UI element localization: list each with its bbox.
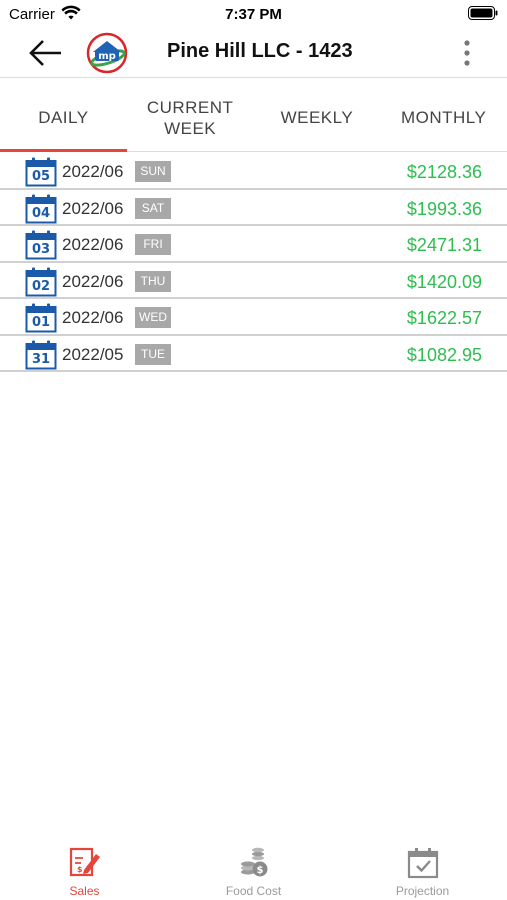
day-of-week-badge: SAT: [135, 197, 171, 219]
company-logo-icon: mp: [86, 32, 128, 74]
calendar-day: 05: [31, 169, 51, 184]
sales-amount: $1082.95: [406, 344, 482, 365]
logo-text: mp: [98, 51, 116, 62]
list-item[interactable]: 03 2022/06 FRI $2471.31: [0, 226, 507, 263]
sales-amount: $1622.57: [406, 308, 482, 328]
calendar-day: 02: [31, 278, 51, 294]
tab-weekly[interactable]: WEEKLY: [254, 84, 381, 151]
day-of-week-badge: FRI: [135, 234, 171, 255]
calendar-day: 03: [31, 242, 51, 257]
calendar-icon: 31: [25, 340, 57, 370]
calendar-day: 31: [31, 351, 51, 367]
nav-sales[interactable]: $ Sales: [0, 838, 169, 900]
nav-food-cost-label: Food Cost: [225, 884, 282, 898]
list-item[interactable]: 01 2022/06 WED $1622.57: [0, 299, 507, 336]
row-month: 2022/06: [62, 198, 124, 218]
battery-icon: [468, 6, 498, 20]
day-of-week-badge: THU: [135, 270, 171, 292]
row-month: 2022/06: [62, 308, 124, 327]
day-of-week-badge: TUE: [135, 343, 171, 365]
nav-sales-label: Sales: [69, 884, 100, 898]
calendar-icon: 04: [25, 194, 57, 224]
day-of-week-badge: WED: [135, 307, 171, 328]
tab-monthly[interactable]: MONTHLY: [380, 84, 507, 151]
food-cost-icon: $: [240, 847, 267, 877]
page-title: Pine Hill LLC - 1423: [167, 40, 353, 62]
nav-projection[interactable]: Projection: [338, 838, 507, 900]
calendar-icon: 02: [25, 267, 57, 297]
row-month: 2022/06: [62, 162, 124, 181]
tab-current-week[interactable]: CURRENT WEEK: [127, 84, 254, 151]
list-item[interactable]: 05 2022/06 SUN $2128.36: [0, 153, 507, 190]
calendar-icon: 05: [25, 157, 57, 187]
projection-icon: [407, 848, 438, 879]
calendar-icon: 01: [25, 303, 57, 333]
status-time: 7:37 PM: [225, 6, 282, 23]
calendar-day: 04: [31, 205, 51, 221]
period-tabs: DAILY CURRENT WEEK WEEKLY MONTHLY: [0, 84, 507, 152]
list-item[interactable]: 04 2022/06 SAT $1993.36: [0, 190, 507, 226]
daily-sales-list: 05 2022/06 SUN $2128.36 04 2022/06 SAT $…: [0, 153, 507, 372]
row-month: 2022/05: [62, 344, 124, 364]
list-item[interactable]: 02 2022/06 THU $1420.09: [0, 263, 507, 299]
bottom-navigation: $ Sales $ Food Cost Projection: [0, 838, 507, 900]
calendar-icon: 03: [25, 230, 57, 260]
more-options-icon[interactable]: [456, 38, 478, 68]
nav-projection-label: Projection: [395, 884, 450, 898]
sales-icon: $: [69, 847, 100, 877]
sales-amount: $1420.09: [406, 271, 482, 292]
day-of-week-badge: SUN: [135, 161, 171, 182]
svg-text:$: $: [256, 865, 263, 876]
tab-daily[interactable]: DAILY: [0, 84, 127, 152]
status-bar: Carrier 7:37 PM: [0, 0, 507, 30]
svg-text:$: $: [77, 865, 83, 874]
back-arrow-icon[interactable]: [28, 38, 64, 68]
tab-weekly-label: WEEKLY: [280, 108, 354, 127]
calendar-day: 01: [31, 315, 51, 330]
row-month: 2022/06: [62, 271, 124, 291]
sales-amount: $2471.31: [406, 235, 482, 255]
app-header: mp Pine Hill LLC - 1423: [0, 30, 507, 78]
nav-food-cost[interactable]: $ Food Cost: [169, 838, 338, 900]
row-month: 2022/06: [62, 235, 124, 254]
sales-amount: $2128.36: [406, 162, 482, 182]
tab-current-week-label: CURRENT WEEK: [146, 97, 234, 138]
list-item[interactable]: 31 2022/05 TUE $1082.95: [0, 336, 507, 372]
tab-daily-label: DAILY: [38, 108, 89, 127]
tab-monthly-label: MONTHLY: [400, 108, 487, 127]
sales-amount: $1993.36: [406, 198, 482, 219]
